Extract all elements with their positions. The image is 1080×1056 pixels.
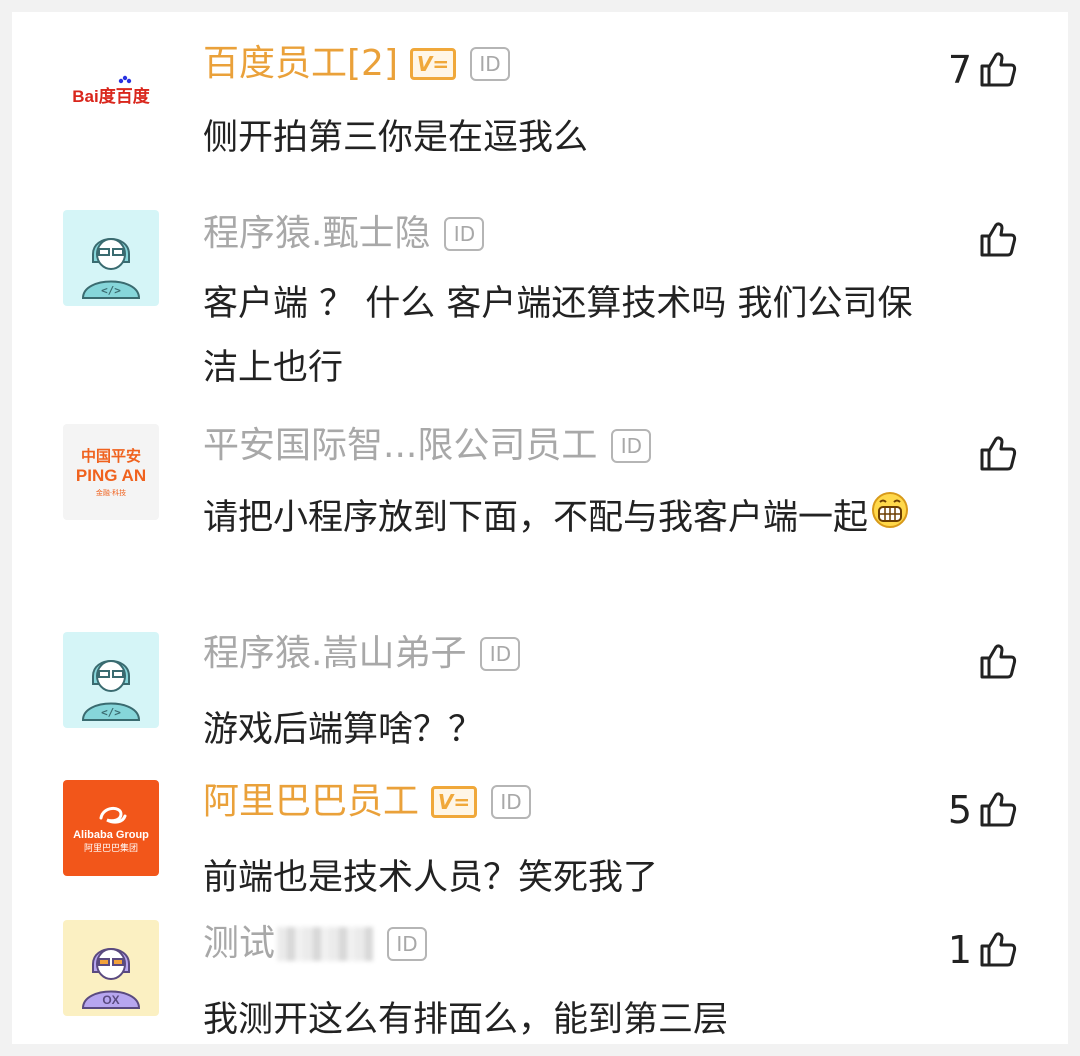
comment-text: 我测开这么有排面么，能到第三层 <box>203 1000 729 1040</box>
thumbs-up-icon <box>980 792 1017 827</box>
username[interactable]: 程序猿.甄士隐 <box>203 212 430 256</box>
id-badge[interactable]: ID <box>470 47 510 81</box>
id-badge[interactable]: ID <box>480 637 521 671</box>
like-button[interactable]: 7 <box>948 48 1018 92</box>
thumbs-up-icon <box>980 644 1017 679</box>
avatar-pingan-cn: 中国平安 <box>81 447 141 465</box>
grin-emoji-icon <box>870 487 910 551</box>
avatar-pingan[interactable]: 中国平安 PING AN 金融·科技 <box>63 424 159 520</box>
avatar-pingan-en: PING AN <box>76 466 146 485</box>
thumbs-up-icon <box>980 52 1017 87</box>
comment-text: 前端也是技术人员？笑死我了 <box>203 858 659 898</box>
comment-text: 侧开拍第三你是在逗我么 <box>203 118 589 158</box>
avatar-alibaba[interactable]: Alibaba Group 阿里巴巴集团 <box>63 780 159 876</box>
id-badge[interactable]: ID <box>611 429 652 463</box>
name-row: 程序猿.甄士隐 ID <box>203 212 485 256</box>
name-row: 测试 ID <box>203 922 428 966</box>
like-button[interactable] <box>972 218 1018 262</box>
id-badge[interactable]: ID <box>491 785 532 819</box>
verified-badge: V= <box>410 48 456 80</box>
like-button[interactable]: 5 <box>948 788 1018 832</box>
like-button[interactable] <box>972 432 1018 476</box>
name-row: 程序猿.嵩山弟子 ID <box>203 632 521 676</box>
thumbs-up-icon <box>980 436 1017 471</box>
avatar-alibaba-en: Alibaba Group <box>73 829 149 841</box>
username[interactable]: 百度员工[2] <box>203 42 398 86</box>
like-count: 1 <box>947 928 972 972</box>
comment-text-content: 请把小程序放到下面，不配与我客户端一起 <box>203 498 869 538</box>
avatar-code-text: </> <box>101 284 121 297</box>
username[interactable]: 阿里巴巴员工 <box>203 780 419 824</box>
avatar-baidu-text: Bai度百度 <box>72 86 150 106</box>
verified-badge: V= <box>431 786 478 818</box>
like-button[interactable]: 1 <box>948 928 1018 972</box>
avatar-baidu[interactable]: Bai度百度 <box>63 42 159 138</box>
like-button[interactable] <box>972 640 1018 684</box>
name-row: 阿里巴巴员工 V= ID <box>203 780 532 824</box>
id-badge[interactable]: ID <box>387 927 428 961</box>
comment-list: Bai度百度 百度员工[2] V= ID 侧开拍第三你是在逗我么 7 </> 程… <box>12 12 1068 1044</box>
username[interactable]: 平安国际智...限公司员工 <box>203 424 597 468</box>
comment-text: 游戏后端算啥？？ <box>203 710 484 750</box>
username[interactable]: 程序猿.嵩山弟子 <box>203 632 466 676</box>
avatar-tester[interactable]: OX <box>63 920 159 1016</box>
thumbs-up-icon <box>980 222 1017 257</box>
comment-text: 客户端 ？ 什么 客户端还算技术吗 我们公司保洁上也行 <box>203 284 913 388</box>
avatar-tester-text: OX <box>102 993 119 1007</box>
avatar-alibaba-cn: 阿里巴巴集团 <box>84 842 138 854</box>
blurred-name <box>277 927 374 961</box>
avatar-programmer[interactable]: </> <box>63 210 159 306</box>
name-row: 百度员工[2] V= ID <box>203 42 510 86</box>
id-badge[interactable]: ID <box>444 217 485 251</box>
name-row: 平安国际智...限公司员工 ID <box>203 424 652 468</box>
avatar-programmer[interactable]: </> <box>63 632 159 728</box>
like-count: 5 <box>947 788 972 832</box>
thumbs-up-icon <box>980 932 1017 967</box>
username[interactable]: 测试 <box>203 922 275 966</box>
avatar-code-text: </> <box>101 706 121 719</box>
like-count: 7 <box>947 48 972 92</box>
avatar-pingan-sub: 金融·科技 <box>96 488 126 497</box>
comment-text: 请把小程序放到下面，不配与我客户端一起 <box>203 486 933 551</box>
